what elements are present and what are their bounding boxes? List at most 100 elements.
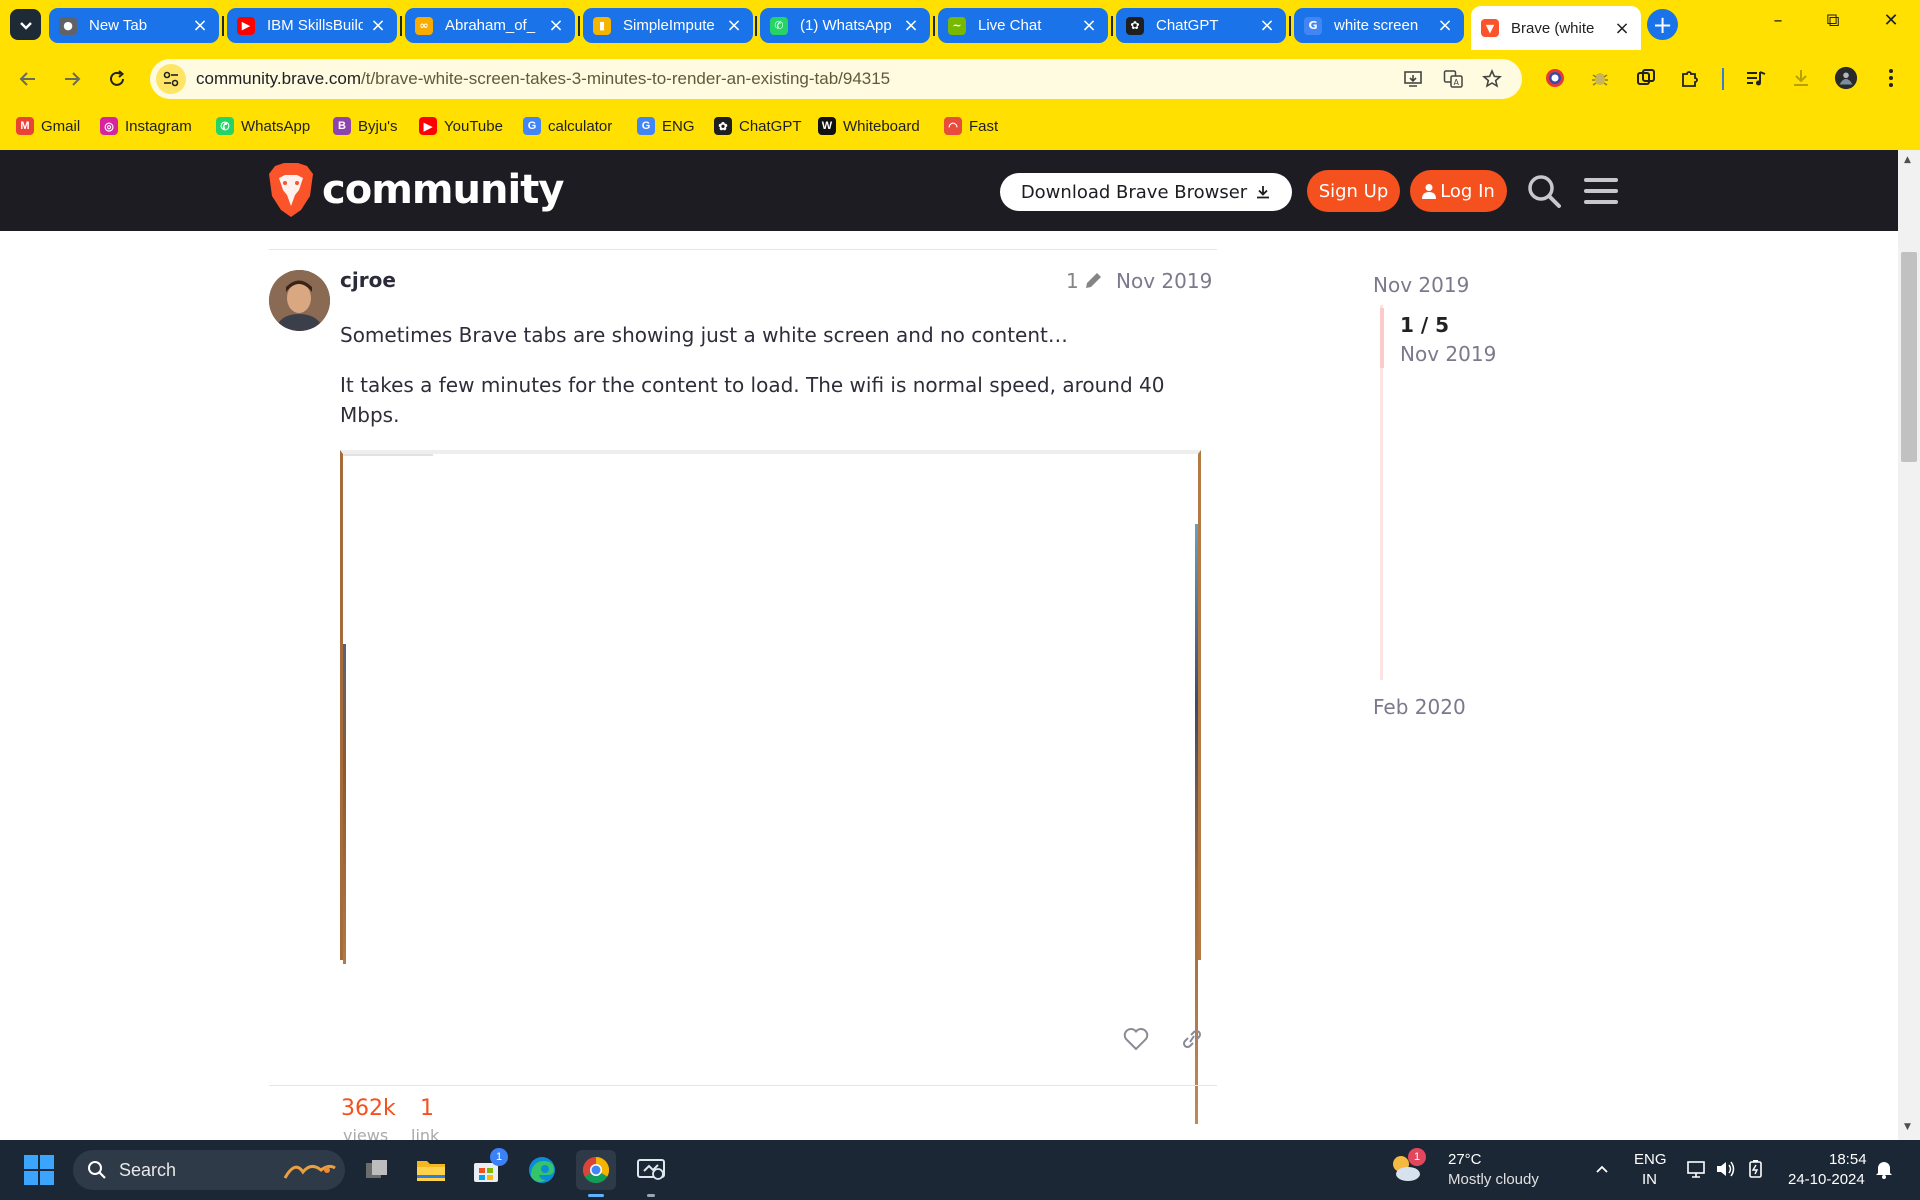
gmail-icon: M <box>16 117 34 135</box>
microsoft-store-button[interactable]: 1 <box>466 1148 508 1190</box>
minimize-button[interactable]: – <box>1763 10 1793 31</box>
timeline-handle[interactable] <box>1380 308 1384 368</box>
browser-tab[interactable]: ▶ IBM SkillsBuild × <box>227 8 397 43</box>
edge-button[interactable] <box>522 1150 562 1190</box>
input-region[interactable]: IN <box>1642 1171 1657 1188</box>
avatar[interactable] <box>269 270 330 331</box>
install-app-icon[interactable] <box>1402 68 1424 90</box>
post-date[interactable]: Nov 2019 <box>1116 269 1212 293</box>
color-picker-extension-icon[interactable] <box>1543 66 1567 90</box>
forward-button[interactable] <box>57 64 87 94</box>
remote-desktop-button[interactable] <box>631 1150 671 1197</box>
bookmark-item[interactable]: ✿ ChatGPT <box>714 117 802 135</box>
weather-widget[interactable]: 1 <box>1386 1148 1426 1188</box>
downloads-icon[interactable] <box>1789 66 1813 90</box>
timeline-end-date[interactable]: Feb 2020 <box>1373 695 1466 719</box>
clock-time[interactable]: 18:54 <box>1829 1151 1867 1168</box>
close-tab-icon[interactable]: × <box>1613 18 1631 39</box>
browser-tab[interactable]: Gwhite screen × <box>1294 8 1464 43</box>
download-brave-button[interactable]: Download Brave Browser <box>1000 173 1292 211</box>
tab-title: Brave (white <box>1511 19 1595 37</box>
back-button[interactable] <box>13 64 43 94</box>
monitor-icon <box>637 1159 665 1180</box>
browser-tab[interactable]: ∞ Abraham_of_ × <box>405 8 575 43</box>
search-button[interactable] <box>1524 171 1564 211</box>
close-window-button[interactable]: ✕ <box>1876 10 1906 31</box>
bookmark-item[interactable]: ◠ Fast <box>944 117 998 135</box>
browser-tab[interactable]: ● New Tab × <box>49 8 219 43</box>
close-tab-icon[interactable]: × <box>369 15 387 36</box>
network-icon[interactable] <box>1686 1158 1708 1180</box>
bug-extension-icon[interactable] <box>1588 66 1612 90</box>
bookmark-item[interactable]: G ENG <box>637 117 695 135</box>
whatsapp-icon: ✆ <box>216 117 234 135</box>
scroll-up-arrow-icon[interactable]: ▲ <box>1904 155 1911 165</box>
browser-tab[interactable]: ✿ ChatGPT × <box>1116 8 1286 43</box>
close-tab-icon[interactable]: × <box>902 15 920 36</box>
share-link-button[interactable] <box>1177 1024 1207 1054</box>
sign-up-button[interactable]: Sign Up <box>1307 170 1400 212</box>
site-header: community Download Brave Browser Sign Up… <box>0 150 1898 231</box>
minimize-icon: – <box>1773 10 1783 31</box>
edit-history-button[interactable]: 1 <box>1066 269 1104 293</box>
file-explorer-button[interactable] <box>411 1150 451 1190</box>
browser-menu-icon[interactable] <box>1879 66 1903 90</box>
page-scrollbar[interactable]: ▲ ▼ <box>1898 150 1920 1140</box>
task-view-button[interactable] <box>357 1150 397 1190</box>
start-button[interactable] <box>24 1155 54 1185</box>
bookmark-item[interactable]: Gcalculator <box>523 117 612 135</box>
profile-avatar-icon[interactable] <box>1834 66 1858 90</box>
clock-date[interactable]: 24-10-2024 <box>1788 1171 1865 1188</box>
battery-icon[interactable] <box>1746 1158 1768 1180</box>
notifications-bell-icon[interactable] <box>1873 1158 1895 1180</box>
bookmark-item[interactable]: M Gmail <box>16 117 80 135</box>
address-bar[interactable]: community.brave.com/t/brave-white-screen… <box>150 59 1522 99</box>
input-language[interactable]: ENG <box>1634 1151 1667 1168</box>
extensions-puzzle-icon[interactable] <box>1678 66 1702 90</box>
translate-icon[interactable]: A <box>1442 68 1464 90</box>
close-tab-icon[interactable]: × <box>1258 15 1276 36</box>
media-controls-icon[interactable] <box>1744 66 1768 90</box>
close-tab-icon[interactable]: × <box>725 15 743 36</box>
bookmark-item[interactable]: ▶ YouTube <box>419 117 503 135</box>
reload-button[interactable] <box>102 64 132 94</box>
scroll-down-arrow-icon[interactable]: ▼ <box>1904 1122 1911 1132</box>
close-tab-icon[interactable]: × <box>191 15 209 36</box>
tab-search-button[interactable] <box>10 9 41 40</box>
taskbar-search[interactable]: Search <box>73 1150 345 1190</box>
browser-tab[interactable]: ▮ SimpleImpute × <box>583 8 753 43</box>
google-icon: G <box>637 117 655 135</box>
windows-logo-tile <box>24 1155 38 1169</box>
bookmark-star-icon[interactable] <box>1481 68 1503 90</box>
browser-tab[interactable]: ~ Live Chat × <box>938 8 1108 43</box>
browser-tab[interactable]: ✆ (1) WhatsApp × <box>760 8 930 43</box>
site-info-button[interactable] <box>156 64 186 94</box>
post-username[interactable]: cjroe <box>340 268 396 292</box>
scroll-thumb[interactable] <box>1901 252 1917 462</box>
chrome-taskbar-button[interactable] <box>576 1150 616 1197</box>
browser-tab[interactable]: ▼ Brave (white × <box>1471 6 1641 50</box>
bookmark-item[interactable]: ◎ Instagram <box>100 117 192 135</box>
timeline-position: 1 / 5 <box>1400 313 1450 337</box>
post-screenshot-image[interactable] <box>340 450 1201 1124</box>
post-divider-bottom <box>269 1085 1217 1086</box>
new-tab-button[interactable]: + <box>1647 9 1678 40</box>
close-tab-icon[interactable]: × <box>1436 15 1454 36</box>
screen-capture-extension-icon[interactable] <box>1634 66 1658 90</box>
restore-button[interactable]: ⧉ <box>1818 10 1848 31</box>
bookmark-item[interactable]: B Byju's <box>333 117 398 135</box>
hamburger-menu-button[interactable] <box>1581 171 1621 211</box>
close-tab-icon[interactable]: × <box>1080 15 1098 36</box>
close-tab-icon[interactable]: × <box>547 15 565 36</box>
bookmark-item[interactable]: W Whiteboard <box>818 117 920 135</box>
log-in-button[interactable]: Log In <box>1410 170 1507 212</box>
timeline-start-date[interactable]: Nov 2019 <box>1373 273 1469 297</box>
tab-title: Live Chat <box>978 17 1042 34</box>
bookmark-item[interactable]: ✆ WhatsApp <box>216 117 310 135</box>
links-count[interactable]: 1 <box>420 1096 434 1121</box>
community-logo[interactable]: community <box>268 162 564 218</box>
tab-title: IBM SkillsBuild <box>267 17 363 34</box>
like-button[interactable] <box>1121 1024 1151 1054</box>
show-hidden-icons-button[interactable] <box>1591 1158 1613 1180</box>
volume-icon[interactable] <box>1715 1158 1737 1180</box>
